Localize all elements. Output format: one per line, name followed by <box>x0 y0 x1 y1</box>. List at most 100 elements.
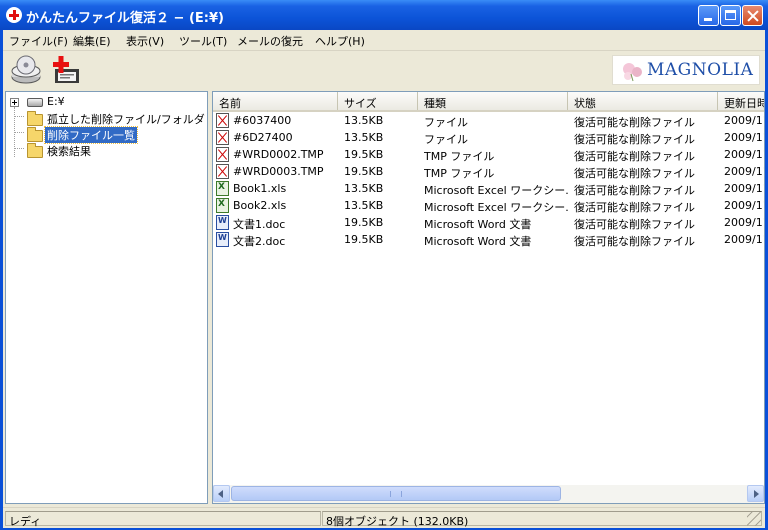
file-name: #WRD0003.TMP <box>233 165 324 178</box>
menu-mail-restore[interactable]: メールの復元 <box>237 33 303 49</box>
column-header-type[interactable]: 種類 <box>418 92 568 110</box>
file-date: 2009/11 <box>724 182 764 195</box>
table-row[interactable]: Book1.xls 13.5KB Microsoft Excel ワークシー... 復… <box>213 180 764 197</box>
file-size: 19.5KB <box>344 165 384 178</box>
file-date: 2009/11 <box>724 199 764 212</box>
folder-icon <box>27 111 43 126</box>
table-row[interactable]: Book2.xls 13.5KB Microsoft Excel ワークシー... 復… <box>213 197 764 214</box>
tree-item-drive[interactable]: E:¥ <box>6 94 206 110</box>
file-name: 文書1.doc <box>233 218 286 231</box>
file-type: ファイル <box>424 116 468 129</box>
file-size: 13.5KB <box>344 114 384 127</box>
menu-edit[interactable]: 編集(E) <box>73 33 111 49</box>
column-header-date[interactable]: 更新日時 <box>718 92 764 110</box>
file-state: 復活可能な削除ファイル <box>574 184 695 197</box>
file-size: 13.5KB <box>344 182 384 195</box>
folder-icon <box>27 143 43 158</box>
expand-icon[interactable] <box>10 98 19 107</box>
file-date: 2009/11 <box>724 131 764 144</box>
folder-icon <box>27 127 43 142</box>
file-list: 名前 サイズ 種類 状態 更新日時 #6037400 13.5KB ファイル 復活可能… <box>212 91 765 504</box>
file-date: 2009/11 <box>724 233 764 246</box>
maximize-button[interactable] <box>720 5 741 26</box>
column-header-name[interactable]: 名前 <box>213 92 338 110</box>
file-name: Book2.xls <box>233 199 287 212</box>
deleted-file-icon <box>216 130 229 145</box>
list-header: 名前 サイズ 種類 状態 更新日時 <box>213 92 764 112</box>
horizontal-scrollbar[interactable] <box>213 485 764 503</box>
file-date: 2009/11 <box>724 165 764 178</box>
window-title: かんたんファイル復活２ − (E:¥) <box>26 11 224 26</box>
excel-file-icon <box>216 198 229 213</box>
tree-item-label: 孤立した削除ファイル/フォルダ <box>47 113 205 126</box>
file-state: 復活可能な削除ファイル <box>574 150 695 163</box>
file-name: 文書2.doc <box>233 235 286 248</box>
column-header-size[interactable]: サイズ <box>338 92 418 110</box>
status-text: レディ <box>5 511 321 528</box>
grip-icon <box>390 491 402 497</box>
close-button[interactable] <box>742 5 763 26</box>
table-row[interactable]: 文書1.doc 19.5KB Microsoft Word 文書 復活可能な削除ファイ… <box>213 214 764 231</box>
file-type: Microsoft Excel ワークシー... <box>424 184 568 197</box>
app-window: かんたんファイル復活２ − (E:¥) ファイル(F) 編集(E) 表示(V) … <box>0 0 768 530</box>
magnolia-logo: MAGNOLIA <box>612 55 760 85</box>
table-row[interactable]: #6D27400 13.5KB ファイル 復活可能な削除ファイル 2009/11 <box>213 129 764 146</box>
table-row[interactable]: #6037400 13.5KB ファイル 復活可能な削除ファイル 2009/11 <box>213 112 764 129</box>
file-name: Book1.xls <box>233 182 287 195</box>
tree-item-label: 削除ファイル一覧 <box>44 126 138 144</box>
file-type: Microsoft Word 文書 <box>424 218 532 231</box>
menu-help[interactable]: ヘルプ(H) <box>315 33 365 49</box>
table-row[interactable]: #WRD0002.TMP 19.5KB TMP ファイル 復活可能な削除ファイル 200… <box>213 146 764 163</box>
file-state: 復活可能な削除ファイル <box>574 235 695 248</box>
menu-bar: ファイル(F) 編集(E) 表示(V) ツール(T) メールの復元 ヘルプ(H) <box>3 30 765 51</box>
file-date: 2009/11 <box>724 114 764 127</box>
file-type: TMP ファイル <box>424 150 495 163</box>
table-row[interactable]: 文書2.doc 19.5KB Microsoft Word 文書 復活可能な削除ファイ… <box>213 231 764 248</box>
disk-scan-icon[interactable] <box>9 55 45 85</box>
menu-tools[interactable]: ツール(T) <box>179 33 227 49</box>
file-size: 19.5KB <box>344 233 384 246</box>
file-state: 復活可能な削除ファイル <box>574 167 695 180</box>
folder-tree[interactable]: E:¥ 孤立した削除ファイル/フォルダ 削除ファイル一覧 検索結果 <box>5 91 208 504</box>
file-size: 19.5KB <box>344 148 384 161</box>
menu-file[interactable]: ファイル(F) <box>9 33 68 49</box>
file-type: ファイル <box>424 133 468 146</box>
file-name: #6D27400 <box>233 131 293 144</box>
tree-item-search-results[interactable]: 検索結果 <box>6 142 206 158</box>
file-state: 復活可能な削除ファイル <box>574 218 695 231</box>
tree-item-orphaned[interactable]: 孤立した削除ファイル/フォルダ <box>6 110 206 126</box>
file-name: #WRD0002.TMP <box>233 148 324 161</box>
word-file-icon <box>216 215 229 230</box>
minimize-button[interactable] <box>698 5 719 26</box>
file-state: 復活可能な削除ファイル <box>574 116 695 129</box>
tree-item-label: E:¥ <box>47 95 65 108</box>
scroll-right-button[interactable] <box>747 485 764 502</box>
file-size: 13.5KB <box>344 199 384 212</box>
tree-item-deleted-list[interactable]: 削除ファイル一覧 <box>6 126 206 144</box>
menu-view[interactable]: 表示(V) <box>126 33 164 49</box>
file-name: #6037400 <box>233 114 292 127</box>
file-type: Microsoft Word 文書 <box>424 235 532 248</box>
excel-file-icon <box>216 181 229 196</box>
tree-item-label: 検索結果 <box>47 145 91 158</box>
file-date: 2009/11 <box>724 216 764 229</box>
scroll-thumb[interactable] <box>231 486 561 501</box>
flower-logo-icon <box>623 63 642 82</box>
drive-icon <box>27 98 43 107</box>
toolbar: MAGNOLIA <box>3 51 765 89</box>
recover-file-icon[interactable] <box>49 55 83 85</box>
file-size: 19.5KB <box>344 216 384 229</box>
resize-grip-icon[interactable] <box>747 512 761 526</box>
app-icon[interactable] <box>6 7 22 23</box>
file-date: 2009/11 <box>724 148 764 161</box>
deleted-file-icon <box>216 147 229 162</box>
table-row[interactable]: #WRD0003.TMP 19.5KB TMP ファイル 復活可能な削除ファイル 200… <box>213 163 764 180</box>
scroll-left-button[interactable] <box>213 485 230 502</box>
column-header-state[interactable]: 状態 <box>568 92 718 110</box>
word-file-icon <box>216 232 229 247</box>
title-bar[interactable]: かんたんファイル復活２ − (E:¥) <box>0 0 768 30</box>
file-type: Microsoft Excel ワークシー... <box>424 201 568 214</box>
file-state: 復活可能な削除ファイル <box>574 201 695 214</box>
client-area: ファイル(F) 編集(E) 表示(V) ツール(T) メールの復元 ヘルプ(H) <box>3 30 765 528</box>
file-state: 復活可能な削除ファイル <box>574 133 695 146</box>
